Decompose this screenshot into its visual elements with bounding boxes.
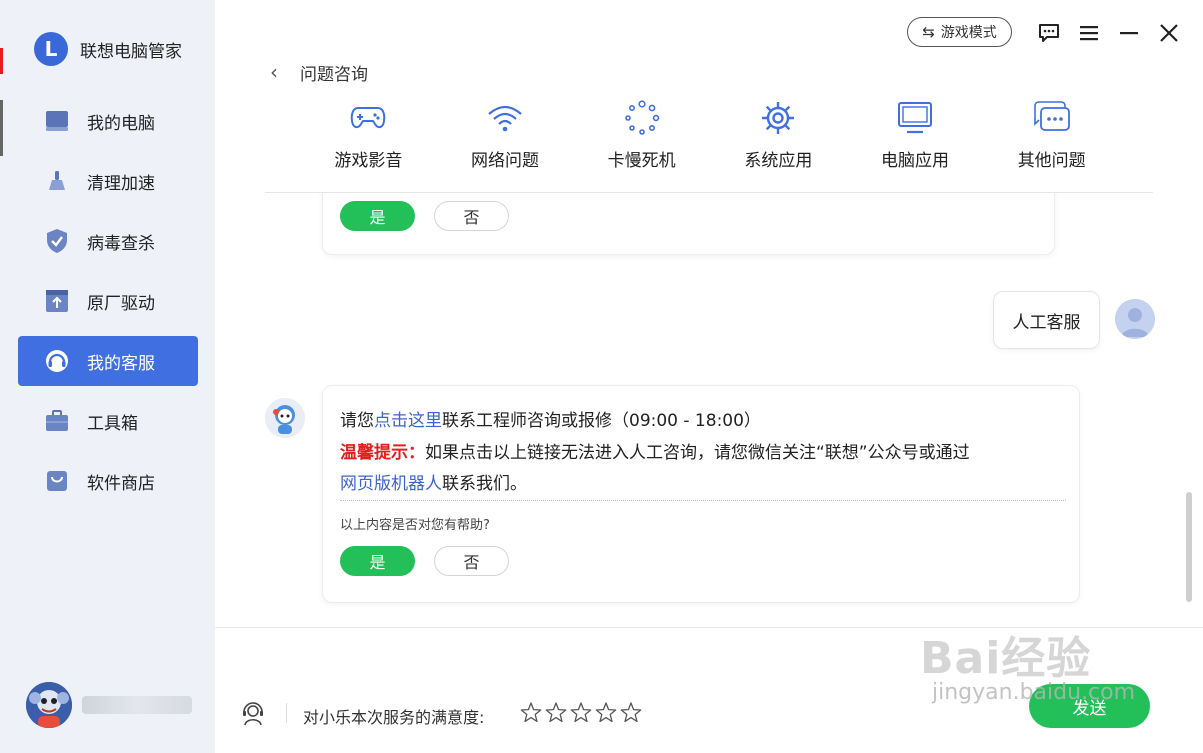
message-divider — [340, 500, 1066, 501]
bot-message-line-2: 温馨提示：如果点击以上链接无法进入人工咨询，请您微信关注“联想”公众号或通过 — [340, 438, 970, 463]
bot-message-line-3: 网页版机器人联系我们。 — [340, 469, 527, 494]
category-label: 其他问题 — [1017, 151, 1086, 171]
chat-area: 是 否 人工客服 请您点击这里联系工程师咨询或报修（09:00 - 18:00）… — [215, 193, 1203, 627]
category-other[interactable]: 其他问题 — [983, 98, 1120, 171]
sidebar-item-label: 工具箱 — [87, 413, 138, 434]
star-icon[interactable] — [518, 700, 543, 724]
wifi-icon — [485, 98, 525, 138]
category-system-apps[interactable]: 系统应用 — [710, 98, 847, 171]
feedback-no-button[interactable]: 否 — [434, 546, 509, 576]
app-logo-icon: L — [34, 32, 68, 66]
web-robot-link[interactable]: 网页版机器人 — [340, 474, 442, 494]
toolbox-icon — [44, 408, 70, 434]
store-bag-icon — [44, 468, 70, 494]
window-edge-accent — [0, 48, 3, 74]
star-icon[interactable] — [618, 700, 643, 724]
bot-message-card-previous: 是 否 — [322, 193, 1055, 255]
sidebar-item-label: 我的客服 — [87, 353, 155, 374]
message-text: 联系工程师咨询或报修（09:00 - 18:00） — [442, 411, 761, 431]
sidebar: L 联想电脑管家 我的电脑 清理加速 病毒查杀 原厂驱动 我的客服 工具箱 软件… — [0, 0, 215, 753]
star-icon[interactable] — [543, 700, 568, 724]
category-bar: 游戏影音 网络问题 卡慢死机 系统应用 电脑应用 其他问题 — [300, 98, 1120, 171]
sidebar-item-software-store[interactable]: 软件商店 — [18, 456, 198, 506]
chat-bubbles-icon — [1032, 98, 1072, 138]
category-label: 卡慢死机 — [607, 151, 676, 171]
category-label: 电脑应用 — [881, 151, 950, 171]
sidebar-nav: 我的电脑 清理加速 病毒查杀 原厂驱动 我的客服 工具箱 软件商店 — [18, 96, 198, 516]
watermark-brand: Bai经验 — [920, 633, 1092, 684]
watermark-site: jingyan.baidu.com — [932, 680, 1136, 705]
feedback-yes-button[interactable]: 是 — [340, 201, 415, 231]
sidebar-item-label: 软件商店 — [87, 473, 155, 494]
gear-icon — [758, 98, 798, 138]
sidebar-item-cleanup[interactable]: 清理加速 — [18, 156, 198, 206]
gamepad-icon — [348, 98, 388, 138]
category-pc-apps[interactable]: 电脑应用 — [847, 98, 984, 171]
driver-upload-icon — [44, 288, 70, 314]
close-icon[interactable] — [1156, 20, 1182, 46]
headset-icon[interactable] — [240, 700, 266, 726]
user-account[interactable] — [26, 682, 192, 728]
category-label: 游戏影音 — [334, 151, 403, 171]
sidebar-item-drivers[interactable]: 原厂驱动 — [18, 276, 198, 326]
swap-arrows-icon: ⇆ — [922, 23, 935, 41]
loading-spinner-icon — [622, 98, 662, 138]
category-games-media[interactable]: 游戏影音 — [300, 98, 437, 171]
footer-separator — [286, 703, 287, 723]
broom-icon — [44, 168, 70, 194]
sidebar-item-my-computer[interactable]: 我的电脑 — [18, 96, 198, 146]
feedback-no-button[interactable]: 否 — [434, 201, 509, 231]
window-edge-shadow — [0, 100, 3, 156]
category-network[interactable]: 网络问题 — [437, 98, 574, 171]
message-text: 如果点击以上链接无法进入人工咨询，请您微信关注“联想”公众号或通过 — [425, 443, 970, 463]
menu-icon[interactable] — [1076, 20, 1102, 46]
message-text: 联系我们。 — [442, 474, 527, 494]
sidebar-item-toolbox[interactable]: 工具箱 — [18, 396, 198, 446]
bot-message-card: 请您点击这里联系工程师咨询或报修（09:00 - 18:00） 温馨提示：如果点… — [322, 385, 1080, 603]
star-icon[interactable] — [593, 700, 618, 724]
sidebar-item-label: 清理加速 — [87, 173, 155, 194]
category-freeze-crash[interactable]: 卡慢死机 — [573, 98, 710, 171]
shield-icon — [44, 228, 70, 254]
app-name: 联想电脑管家 — [80, 41, 182, 62]
back-chevron-icon[interactable]: ‹ — [270, 60, 278, 84]
user-message-bubble: 人工客服 — [993, 291, 1100, 349]
warm-tip-label: 温馨提示： — [340, 443, 425, 463]
watermark: Bai经验 jingyan.baidu.com — [920, 622, 1135, 705]
sidebar-item-label: 原厂驱动 — [87, 293, 155, 314]
bot-avatar-icon — [265, 398, 305, 438]
category-label: 系统应用 — [744, 151, 813, 171]
avatar[interactable] — [26, 682, 72, 728]
sidebar-item-label: 病毒查杀 — [87, 233, 155, 254]
bot-message-line-1: 请您点击这里联系工程师咨询或报修（09:00 - 18:00） — [340, 406, 761, 431]
sidebar-item-label: 我的电脑 — [87, 113, 155, 134]
page-title: 问题咨询 — [300, 65, 368, 85]
sidebar-item-antivirus[interactable]: 病毒查杀 — [18, 216, 198, 266]
username-blurred — [82, 696, 192, 714]
helpful-question: 以上内容是否对您有帮助? — [340, 518, 490, 533]
sidebar-item-customer-service[interactable]: 我的客服 — [18, 336, 198, 386]
game-mode-label: 游戏模式 — [940, 25, 997, 41]
minimize-icon[interactable] — [1116, 20, 1142, 46]
engineer-contact-link[interactable]: 点击这里 — [374, 411, 442, 431]
chat-scrollbar[interactable] — [1186, 492, 1192, 602]
feedback-icon[interactable] — [1036, 20, 1062, 46]
star-icon[interactable] — [568, 700, 593, 724]
message-text: 请您 — [340, 411, 374, 431]
game-mode-button[interactable]: ⇆ 游戏模式 — [907, 17, 1012, 47]
feedback-yes-button[interactable]: 是 — [340, 546, 415, 576]
customer-service-icon — [44, 348, 70, 374]
app-brand: L 联想电脑管家 — [34, 32, 182, 66]
category-label: 网络问题 — [471, 151, 539, 171]
satisfaction-label: 对小乐本次服务的满意度: — [303, 708, 485, 727]
monitor-icon — [895, 98, 935, 138]
satisfaction-rating — [518, 700, 643, 724]
computer-icon — [44, 108, 70, 134]
user-avatar-icon — [1115, 299, 1155, 339]
